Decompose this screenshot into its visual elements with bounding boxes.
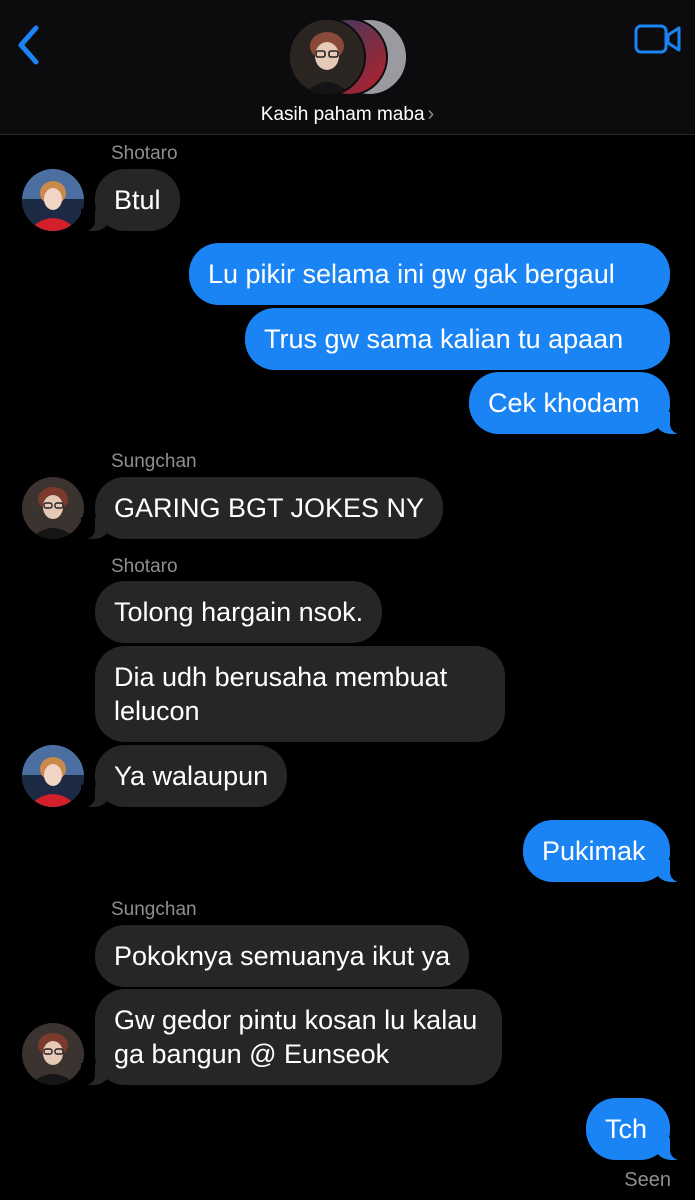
avatar[interactable]: [22, 1023, 84, 1085]
outgoing-message[interactable]: Trus gw sama kalian tu apaan: [245, 308, 670, 370]
sender-name: Sungchan: [111, 451, 197, 472]
message-text: Pokoknya semuanya ikut ya: [114, 941, 451, 971]
message-text: Trus gw sama kalian tu apaan: [264, 324, 624, 354]
incoming-message[interactable]: Ya walaupun: [80, 745, 288, 807]
incoming-message[interactable]: Dia udh berusaha membuat lelucon: [95, 646, 505, 742]
message-text: Tolong hargain nsok.: [114, 597, 364, 627]
message-text: Lu pikir selama ini gw gak bergaul: [208, 259, 615, 289]
message-text: Gw gedor pintu kosan lu kalau ga bangun …: [114, 1005, 478, 1069]
incoming-message[interactable]: Btul: [81, 169, 180, 231]
avatar[interactable]: [22, 745, 84, 807]
group-avatar-1: [288, 18, 366, 96]
outgoing-message[interactable]: Cek khodam: [469, 372, 684, 434]
chevron-left-icon[interactable]: [12, 22, 46, 68]
incoming-message[interactable]: Gw gedor pintu kosan lu kalau ga bangun …: [81, 989, 502, 1085]
chat-header: Kasih paham maba ›: [0, 0, 695, 135]
avatar[interactable]: [22, 169, 84, 231]
incoming-message[interactable]: Pokoknya semuanya ikut ya: [95, 925, 470, 987]
incoming-message[interactable]: Tolong hargain nsok.: [95, 581, 383, 643]
outgoing-message[interactable]: Tch: [586, 1098, 684, 1160]
video-camera-icon[interactable]: [634, 22, 682, 56]
group-name: Kasih paham maba: [260, 104, 425, 125]
message-text: Tch: [605, 1114, 648, 1144]
group-avatar-stack[interactable]: [288, 16, 408, 96]
message-text: GARING BGT JOKES NY: [114, 493, 425, 523]
message-text: Btul: [114, 185, 161, 215]
message-text: Dia udh berusaha membuat lelucon: [114, 662, 448, 726]
outgoing-message[interactable]: Lu pikir selama ini gw gak bergaul: [189, 243, 670, 305]
message-text: Pukimak: [542, 836, 646, 866]
message-text: Cek khodam: [488, 388, 640, 418]
outgoing-message[interactable]: Pukimak: [523, 820, 684, 882]
sender-name: Sungchan: [111, 899, 197, 920]
read-receipt: Seen: [624, 1169, 671, 1191]
avatar[interactable]: [22, 477, 84, 539]
chevron-right-icon: ›: [427, 103, 435, 125]
sender-name: Shotaro: [111, 143, 178, 164]
message-text: Ya walaupun: [114, 761, 269, 791]
sender-name: Shotaro: [111, 556, 178, 577]
group-title[interactable]: Kasih paham maba ›: [0, 103, 695, 126]
incoming-message[interactable]: GARING BGT JOKES NY: [80, 477, 444, 539]
